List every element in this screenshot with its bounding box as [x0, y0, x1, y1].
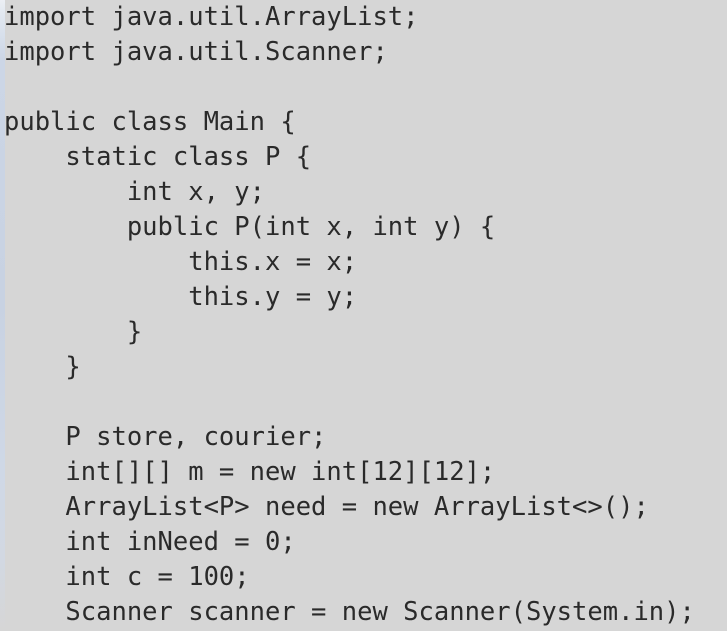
code-line: P store, courier; [4, 422, 327, 452]
code-line: } [4, 317, 143, 347]
code-viewport[interactable]: import java.util.ArrayList; import java.u… [0, 0, 727, 631]
code-line: int[][] m = new int[12][12]; [4, 457, 496, 487]
code-line: } [4, 352, 81, 382]
code-line: int inNeed = 0; [4, 527, 296, 557]
code-line: this.y = y; [4, 282, 358, 312]
code-line: Scanner scanner = new Scanner(System.in)… [4, 597, 695, 627]
left-edge-strip [0, 0, 5, 631]
code-line: ArrayList<P> need = new ArrayList<>(); [4, 492, 649, 522]
code-line: public class Main { [4, 107, 296, 137]
code-block[interactable]: import java.util.ArrayList; import java.u… [0, 0, 727, 630]
code-line: int c = 100; [4, 562, 250, 592]
code-line: import java.util.ArrayList; [4, 2, 419, 32]
code-line: int x, y; [4, 177, 265, 207]
code-line: public P(int x, int y) { [4, 212, 496, 242]
code-line: this.x = x; [4, 247, 358, 277]
code-line: static class P { [4, 142, 312, 172]
code-line: import java.util.Scanner; [4, 37, 388, 67]
